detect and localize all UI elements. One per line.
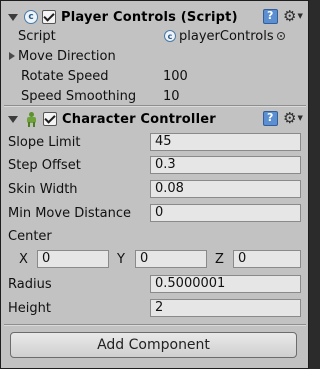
slope-limit-label: Slope Limit [8, 134, 81, 150]
character-controller-icon [24, 111, 39, 127]
min-move-distance-field[interactable]: 0 [150, 204, 301, 222]
speed-smoothing-row: Speed Smoothing 10 [4, 86, 306, 106]
script-label: Script [18, 28, 56, 44]
move-direction-label: Move Direction [18, 48, 116, 64]
height-field[interactable]: 2 [150, 299, 301, 317]
gear-icon[interactable]: ⚙▼ [283, 111, 303, 126]
center-label: Center [8, 228, 52, 244]
radius-field[interactable]: 0.5000001 [150, 275, 301, 293]
gear-icon[interactable]: ⚙▼ [283, 9, 303, 24]
radius-label: Radius [8, 276, 52, 292]
component-divider-highlight [4, 325, 306, 326]
speed-smoothing-label: Speed Smoothing [21, 88, 137, 104]
help-icon[interactable] [263, 9, 278, 24]
inspector-content: c Player Controls (Script) ⚙▼ Script c p… [4, 4, 306, 367]
center-row: Center [4, 226, 306, 246]
script-value: playerControls [179, 28, 274, 44]
step-offset-field[interactable]: 0.3 [150, 156, 301, 174]
character-controller-title: Character Controller [62, 111, 216, 127]
foldout-down-icon[interactable] [8, 115, 18, 123]
slope-limit-field[interactable]: 45 [150, 133, 301, 151]
center-y-field[interactable]: 0 [135, 250, 207, 268]
speed-smoothing-value[interactable]: 10 [163, 89, 180, 104]
center-z-label: Z [215, 252, 224, 267]
skin-width-label: Skin Width [8, 181, 78, 197]
script-reference-field[interactable]: c playerControls [164, 29, 285, 44]
center-x-field[interactable]: 0 [37, 250, 109, 268]
help-icon[interactable] [263, 111, 278, 126]
center-y-label: Y [117, 252, 125, 267]
rotate-speed-row: Rotate Speed 100 [4, 66, 306, 86]
player-controls-header[interactable]: c Player Controls (Script) [4, 6, 306, 28]
height-label: Height [8, 300, 51, 316]
center-z-field[interactable]: 0 [233, 250, 301, 268]
foldout-right-icon[interactable] [9, 52, 15, 60]
step-offset-label: Step Offset [8, 157, 81, 173]
csharp-script-icon: c [164, 30, 176, 42]
player-controls-enabled-checkbox[interactable] [42, 10, 56, 24]
rotate-speed-value[interactable]: 100 [163, 69, 188, 84]
foldout-down-icon[interactable] [8, 13, 18, 21]
inspector-panel: c Player Controls (Script) ⚙▼ Script c p… [0, 0, 309, 369]
center-x-label: X [19, 252, 28, 267]
script-row: Script c playerControls [4, 26, 306, 46]
character-controller-enabled-checkbox[interactable] [43, 112, 57, 126]
player-controls-title: Player Controls (Script) [61, 9, 238, 25]
component-divider-highlight [4, 106, 306, 107]
move-direction-row[interactable]: Move Direction [4, 46, 306, 66]
skin-width-field[interactable]: 0.08 [150, 180, 301, 198]
character-controller-header[interactable]: Character Controller [4, 108, 306, 130]
object-picker-icon[interactable] [276, 32, 285, 40]
rotate-speed-label: Rotate Speed [21, 68, 109, 84]
add-component-button[interactable]: Add Component [10, 332, 297, 358]
csharp-script-icon: c [24, 10, 38, 24]
min-move-distance-label: Min Move Distance [8, 205, 132, 221]
